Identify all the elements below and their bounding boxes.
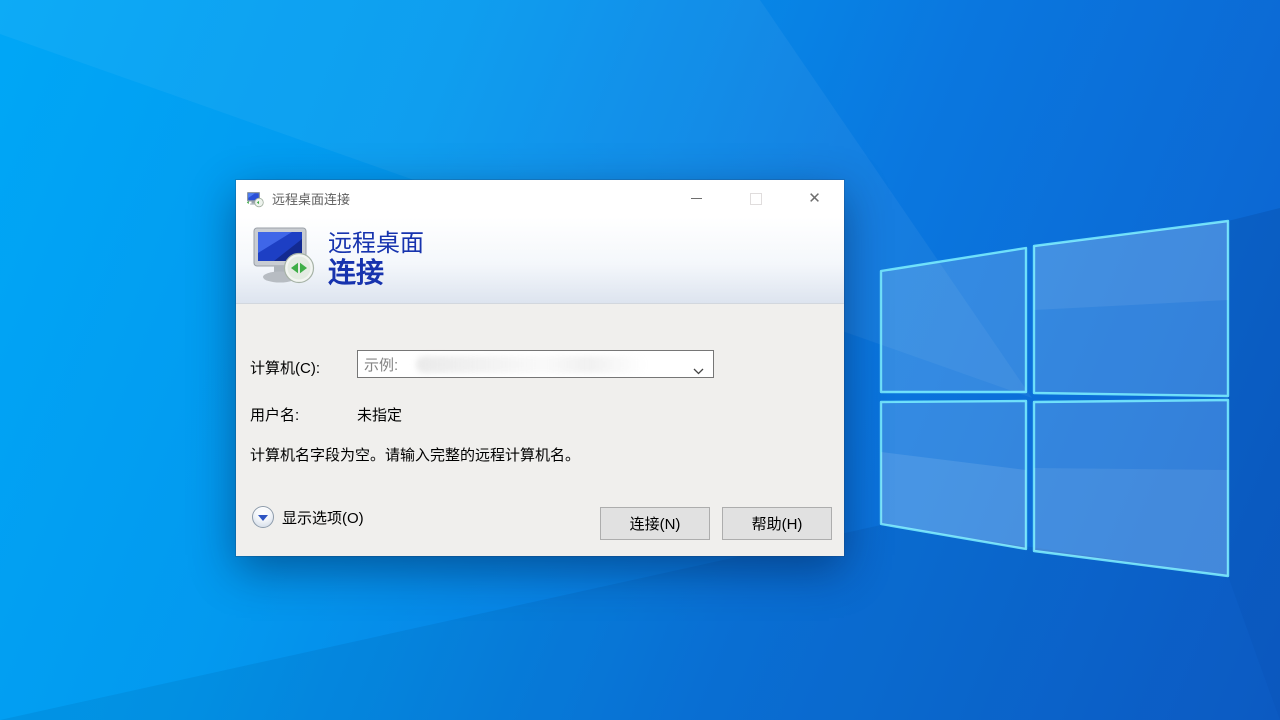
username-value: 未指定 xyxy=(357,407,403,424)
titlebar[interactable]: 远程桌面连接 ✕ xyxy=(236,180,844,217)
username-label: 用户名: xyxy=(250,407,300,424)
connect-button[interactable]: 连接(N) xyxy=(600,507,710,540)
windows-desktop: 远程桌面连接 ✕ 远程桌面 连接 计算机(C): 示例: 用户名: 未指定 计算… xyxy=(0,0,1280,720)
maximize-icon xyxy=(749,192,762,205)
show-options-label: 显示选项(O) xyxy=(282,509,364,527)
triangle-down-icon xyxy=(258,515,268,521)
header-line2: 连接 xyxy=(328,256,385,288)
window-title: 远程桌面连接 xyxy=(272,192,351,207)
chevron-down-icon[interactable] xyxy=(693,362,704,380)
window-controls: ✕ xyxy=(667,180,844,217)
show-options-button[interactable]: 显示选项(O) xyxy=(252,506,364,528)
redacted-example-text xyxy=(416,356,646,373)
header-line1: 远程桌面 xyxy=(328,229,424,257)
close-button[interactable]: ✕ xyxy=(785,180,844,217)
dialog-header: 远程桌面 连接 xyxy=(236,217,844,304)
remote-desktop-dialog: 远程桌面连接 ✕ 远程桌面 连接 计算机(C): 示例: 用户名: 未指定 计算… xyxy=(236,180,844,556)
close-icon: ✕ xyxy=(808,190,821,207)
rdp-icon xyxy=(250,227,320,296)
status-message: 计算机名字段为空。请输入完整的远程计算机名。 xyxy=(250,447,581,464)
minimize-button[interactable] xyxy=(667,180,726,217)
computer-combobox[interactable]: 示例: xyxy=(357,350,714,378)
minimize-icon xyxy=(691,198,702,199)
computer-label: 计算机(C): xyxy=(250,360,320,377)
header-text: 远程桌面 连接 xyxy=(328,231,424,288)
computer-combobox-value: 示例: xyxy=(364,356,399,374)
dialog-body: 计算机(C): 示例: 用户名: 未指定 计算机名字段为空。请输入完整的远程计算… xyxy=(236,304,844,556)
rdp-app-icon xyxy=(246,190,264,208)
maximize-button xyxy=(726,180,785,217)
help-button[interactable]: 帮助(H) xyxy=(722,507,832,540)
expand-options-icon[interactable] xyxy=(252,506,274,528)
